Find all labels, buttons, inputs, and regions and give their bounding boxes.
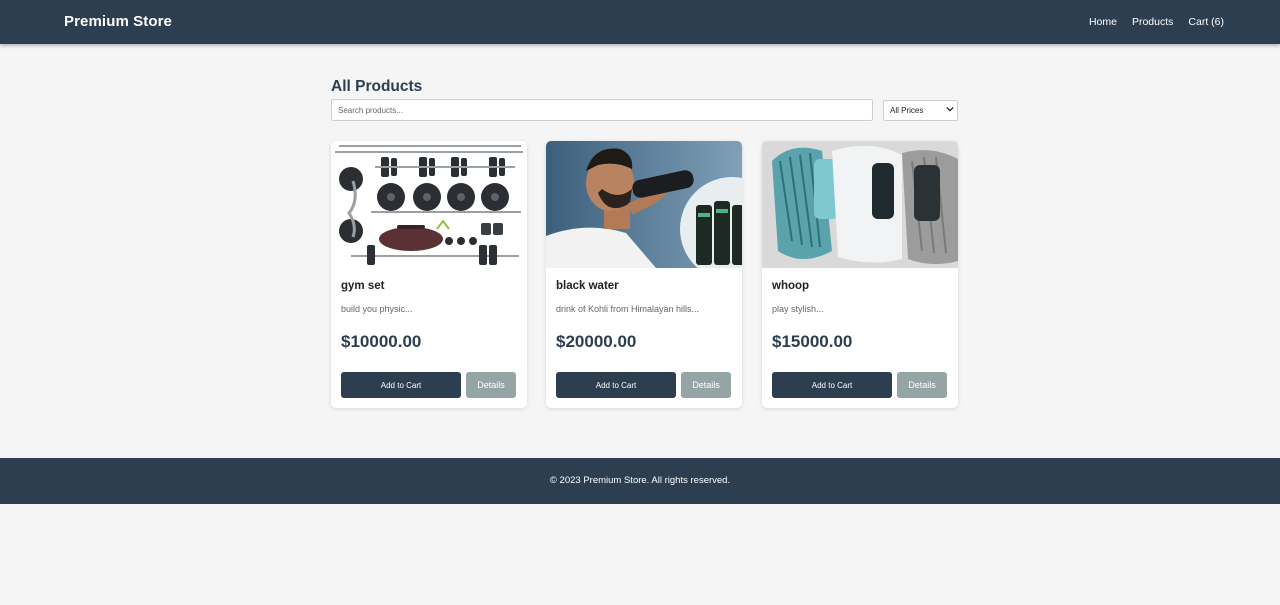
details-button[interactable]: Details	[681, 372, 731, 398]
gym-equipment-image[interactable]	[331, 141, 527, 268]
fitness-band-image[interactable]	[762, 141, 958, 268]
product-card: black water drink of Kohli from Himalaya…	[546, 141, 742, 408]
product-price: $20000.00	[556, 332, 637, 351]
page-title: All Products	[331, 78, 423, 95]
add-to-cart-button[interactable]: Add to Cart	[556, 372, 676, 398]
brand-logo[interactable]: Premium Store	[64, 13, 172, 30]
price-filter-select[interactable]: All Prices	[883, 100, 958, 121]
add-to-cart-button[interactable]: Add to Cart	[772, 372, 892, 398]
product-description: play stylish...	[772, 304, 824, 314]
details-button[interactable]: Details	[466, 372, 516, 398]
nav-home-link[interactable]: Home	[1089, 16, 1117, 28]
product-card: whoop play stylish... $15000.00 Add to C…	[762, 141, 958, 408]
product-card: gym set build you physic... $10000.00 Ad…	[331, 141, 527, 408]
product-name[interactable]: gym set	[341, 280, 384, 292]
footer: © 2023 Premium Store. All rights reserve…	[0, 458, 1280, 504]
add-to-cart-button[interactable]: Add to Cart	[341, 372, 461, 398]
copyright-text: © 2023 Premium Store. All rights reserve…	[549, 475, 731, 486]
nav-links: Home Products Cart (6)	[1089, 16, 1224, 28]
product-price: $15000.00	[772, 332, 853, 351]
nav-products-link[interactable]: Products	[1132, 16, 1173, 28]
product-price: $10000.00	[341, 332, 422, 351]
athlete-drinking-image[interactable]	[546, 141, 742, 268]
product-description: build you physic...	[341, 304, 413, 314]
search-input[interactable]	[331, 99, 873, 121]
nav-cart-link[interactable]: Cart (6)	[1188, 16, 1224, 28]
chevron-down-icon	[946, 105, 954, 115]
product-description: drink of Kohli from Himalayan hills...	[556, 304, 700, 314]
price-filter-value: All Prices	[890, 106, 924, 115]
navbar: Premium Store Home Products Cart (6)	[0, 0, 1280, 44]
product-name[interactable]: whoop	[772, 280, 809, 292]
product-name[interactable]: black water	[556, 280, 619, 292]
details-button[interactable]: Details	[897, 372, 947, 398]
